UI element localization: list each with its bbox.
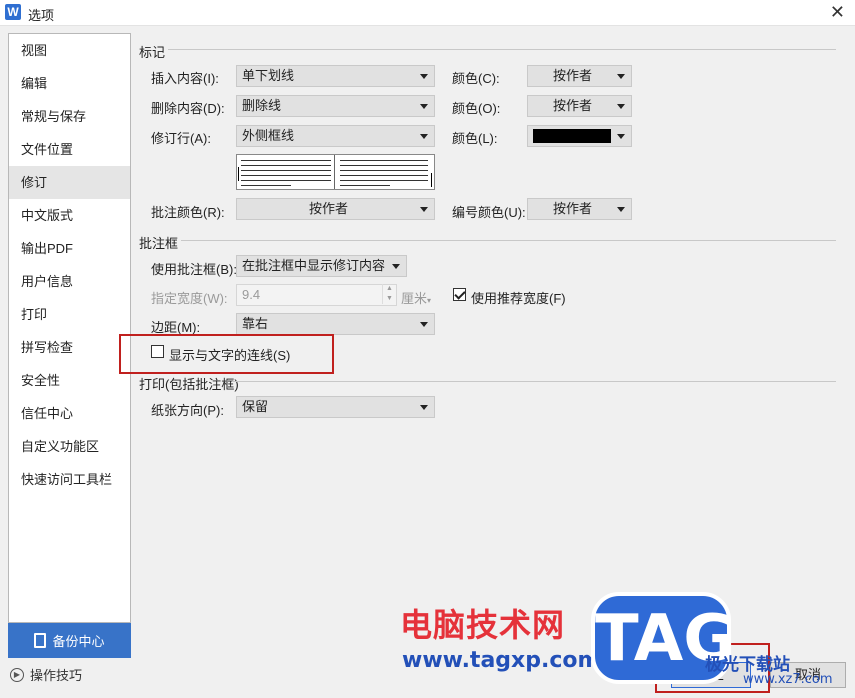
options-sidebar: 视图 编辑 常规与保存 文件位置 修订 中文版式 输出PDF 用户信息 打印 拼… [8, 33, 131, 623]
chevron-down-icon [420, 322, 428, 327]
insert-color-label: 颜色(C): [452, 71, 500, 86]
chevron-down-icon [420, 74, 428, 79]
use-balloons-value: 在批注框中显示修订内容 [242, 258, 386, 273]
wps-writer-icon: W [5, 4, 21, 20]
delete-value: 删除线 [242, 98, 282, 113]
delete-color-dropdown[interactable]: 按作者 [527, 95, 632, 117]
insert-color-value: 按作者 [552, 68, 592, 83]
recommended-width-checkbox[interactable] [453, 288, 466, 301]
section-title-balloons: 批注框 [139, 236, 179, 251]
sidebar-item-spell-check[interactable]: 拼写检查 [9, 331, 130, 364]
delete-label: 删除内容(D): [151, 101, 225, 116]
delete-dropdown[interactable]: 删除线 [236, 95, 435, 117]
window-title: 选项 [28, 8, 55, 23]
margin-dropdown[interactable]: 靠右 [236, 313, 435, 335]
insert-color-dropdown[interactable]: 按作者 [527, 65, 632, 87]
section-divider [168, 49, 836, 50]
sidebar-item-revisions[interactable]: 修订 [9, 166, 130, 199]
sidebar-item-print[interactable]: 打印 [9, 298, 130, 331]
sidebar-item-trust-center[interactable]: 信任中心 [9, 397, 130, 430]
operation-tips-label: 操作技巧 [30, 668, 83, 683]
comment-color-dropdown[interactable]: 按作者 [236, 198, 435, 220]
title-bar: W 选项 ✕ [0, 0, 855, 26]
sidebar-item-edit[interactable]: 编辑 [9, 67, 130, 100]
insert-dropdown[interactable]: 单下划线 [236, 65, 435, 87]
chevron-down-icon [392, 264, 400, 269]
width-spinner[interactable]: ▲ ▼ [382, 284, 396, 304]
width-unit-dropdown[interactable]: 厘米▾ [401, 288, 431, 307]
color-swatch [533, 129, 611, 143]
revision-line-color-dropdown[interactable] [527, 125, 632, 147]
revision-line-value: 外侧框线 [242, 128, 295, 143]
sidebar-item-user-info[interactable]: 用户信息 [9, 265, 130, 298]
sidebar-item-export-pdf[interactable]: 输出PDF [9, 232, 130, 265]
preview-right-page [336, 155, 434, 189]
watermark-site-url: www.tagxp.com [402, 648, 601, 673]
backup-center-label: 备份中心 [52, 634, 105, 649]
width-unit: 厘米 [401, 291, 428, 306]
watermark-site-name: 电脑技术网 [400, 606, 566, 644]
chevron-down-icon: ▾ [427, 296, 432, 305]
chevron-down-icon [420, 207, 428, 212]
use-balloons-label: 使用批注框(B): [151, 262, 237, 277]
sidebar-item-general-save[interactable]: 常规与保存 [9, 100, 130, 133]
chevron-down-icon [617, 74, 625, 79]
revision-line-color-label: 颜色(L): [452, 131, 498, 146]
preview-left-page [237, 155, 335, 189]
number-color-dropdown[interactable]: 按作者 [527, 198, 632, 220]
watermark-logo2-url: www.xz7.com [743, 672, 833, 687]
sidebar-item-file-locations[interactable]: 文件位置 [9, 133, 130, 166]
number-color-label: 编号颜色(U): [452, 205, 526, 220]
sidebar-item-customize-ribbon[interactable]: 自定义功能区 [9, 430, 130, 463]
play-circle-icon: ▶ [10, 667, 24, 682]
comment-color-label: 批注颜色(R): [151, 205, 225, 220]
orientation-label: 纸张方向(P): [151, 403, 224, 418]
section-divider [181, 240, 836, 241]
width-input[interactable]: 9.4 [236, 284, 397, 306]
width-label: 指定宽度(W): [151, 291, 228, 306]
revision-line-dropdown[interactable]: 外侧框线 [236, 125, 435, 147]
revision-preview [236, 154, 435, 190]
operation-tips-link[interactable]: ▶ 操作技巧 [10, 665, 82, 684]
orientation-dropdown[interactable]: 保留 [236, 396, 435, 418]
insert-label: 插入内容(I): [151, 71, 219, 86]
section-divider [232, 381, 836, 382]
revision-line-label: 修订行(A): [151, 131, 211, 146]
highlight-box [119, 334, 334, 374]
section-title-print: 打印(包括批注框) [139, 377, 239, 392]
width-value: 9.4 [242, 287, 261, 302]
use-balloons-dropdown[interactable]: 在批注框中显示修订内容 [236, 255, 407, 277]
close-icon[interactable]: ✕ [830, 2, 845, 23]
chevron-down-icon [617, 207, 625, 212]
spin-down-icon: ▼ [386, 295, 393, 302]
margin-value: 靠右 [242, 316, 269, 331]
comment-color-value: 按作者 [308, 201, 348, 216]
sidebar-item-security[interactable]: 安全性 [9, 364, 130, 397]
delete-color-label: 颜色(O): [452, 101, 501, 116]
orientation-value: 保留 [242, 399, 269, 414]
delete-color-value: 按作者 [552, 98, 592, 113]
section-title-markup: 标记 [139, 45, 166, 60]
insert-value: 单下划线 [242, 68, 295, 83]
recommended-width-label: 使用推荐宽度(F) [471, 291, 566, 306]
chevron-down-icon [617, 134, 625, 139]
chevron-down-icon [420, 104, 428, 109]
number-color-value: 按作者 [552, 201, 592, 216]
sidebar-item-view[interactable]: 视图 [9, 34, 130, 67]
backup-center-button[interactable]: 备份中心 [8, 623, 131, 658]
sidebar-item-chinese-layout[interactable]: 中文版式 [9, 199, 130, 232]
sidebar-item-quick-access-toolbar[interactable]: 快速访问工具栏 [9, 463, 130, 496]
spin-up-icon: ▲ [386, 285, 393, 292]
chevron-down-icon [420, 405, 428, 410]
chevron-down-icon [617, 104, 625, 109]
chevron-down-icon [420, 134, 428, 139]
backup-icon [34, 633, 47, 648]
